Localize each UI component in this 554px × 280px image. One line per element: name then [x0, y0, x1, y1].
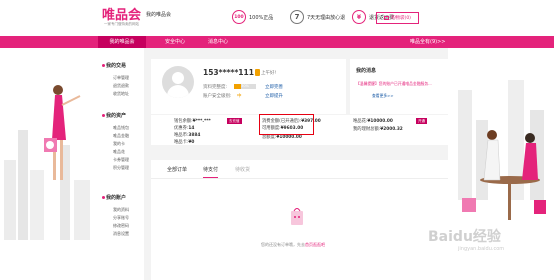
sidebar-item-orders[interactable]: 订单管理	[113, 75, 129, 81]
vip-card-stat: 唯品卡:¥0	[174, 139, 194, 145]
sidebar-item-profile[interactable]: 我的资料	[113, 207, 129, 213]
bag-icon	[384, 16, 390, 20]
wallet-balance-stat: 钱包余额:¥***.***	[174, 118, 211, 124]
total-credit-label: 总额度:	[262, 135, 277, 140]
sidebar-section-trade: 我的交易	[106, 63, 127, 69]
return-badge: 7 7天无理由放心退	[290, 9, 345, 25]
activate-button[interactable]: 开通	[416, 118, 427, 124]
sidebar-item-notify[interactable]: 消息设置	[113, 231, 129, 237]
user-phone: 153*****111	[203, 68, 254, 77]
improve-security-link[interactable]: 立即提升	[265, 93, 283, 99]
baidu-watermark: Baidu经验	[428, 229, 501, 245]
watermark-url: jingyan.baidu.com	[458, 246, 505, 252]
coupon-label: 优惠券:	[174, 126, 189, 131]
nav-right-link[interactable]: 唯品全有(9)>>	[410, 36, 445, 48]
bullet-icon	[102, 64, 105, 67]
medal-icon	[255, 69, 260, 76]
coupon-stat: 优惠券:14	[174, 125, 194, 131]
bullet-icon	[102, 114, 105, 117]
vip-card-label: 唯品卡:	[174, 140, 189, 145]
wallet-balance-label: 钱包余额:	[174, 119, 193, 124]
security-value: 中	[237, 94, 242, 99]
sidebar-section-assets: 我的资产	[106, 113, 127, 119]
sidebar-item-cards[interactable]: 我的卡	[113, 141, 125, 147]
complete-profile-link[interactable]: 立即完善	[265, 84, 283, 90]
tabs-divider	[151, 178, 448, 179]
cart-label: 购物袋(0)	[391, 16, 411, 21]
vip-card-value: ¥0	[188, 140, 195, 145]
avatar-body-shape	[167, 85, 189, 98]
sidebar-item-address[interactable]: 收货地址	[113, 91, 129, 97]
messages-more-link[interactable]: 查看更多>>	[372, 93, 394, 99]
wallet-balance-value: ¥***.***	[192, 119, 211, 124]
sidebar-section-account: 我的账户	[106, 195, 127, 201]
vip-flower-stat: 唯品花:¥10000.00	[353, 118, 393, 124]
yen-icon: ¥	[352, 10, 366, 24]
go-home-link[interactable]: 首页逛逛吧	[305, 242, 325, 247]
security-label: 账户安全级别:	[203, 94, 232, 99]
profile-card: 153*****111 上午好! 资料完整度: 30% 立即完善 账户安全级别:…	[151, 59, 346, 114]
empty-orders-message: 您的还没有订单哦，先去	[261, 242, 305, 247]
points-label: 唯品币:	[174, 133, 189, 138]
my-center-link[interactable]: 我的唯品会	[146, 11, 171, 18]
points-value: 3884	[188, 133, 201, 138]
sidebar-item-password[interactable]: 修改密码	[113, 223, 129, 229]
empty-orders-text: 您的还没有订单哦，先去首页逛逛吧	[261, 242, 325, 248]
recharge-button[interactable]: 去充值	[227, 118, 242, 124]
greeting: 上午好!	[261, 71, 277, 76]
seven-day-icon: 7	[290, 10, 304, 24]
finance-label: 我的理财总额:	[353, 127, 381, 132]
avatar[interactable]	[162, 66, 194, 98]
vip-flower-value: ¥10000.00	[367, 119, 393, 124]
site-logo[interactable]: 唯品会	[102, 4, 141, 23]
avatar-head-shape	[172, 72, 184, 84]
sidebar-item-share[interactable]: 分享账号	[113, 215, 129, 221]
tab-pending-receipt[interactable]: 待收货	[235, 166, 250, 173]
return-text: 7天无理由放心退	[307, 14, 346, 21]
genuine-badge: 100 100%正品	[232, 9, 273, 25]
sidebar-item-vip-flower[interactable]: 唯品花	[113, 149, 125, 155]
left-city-illustration	[0, 50, 98, 280]
nav-my-vip[interactable]: 我的唯品会	[98, 36, 146, 48]
main-nav: 我的唯品会 安全中心 消息中心 唯品全有(9)>>	[0, 36, 554, 48]
points-stat: 唯品币:3884	[174, 132, 200, 138]
highlight-box	[259, 114, 314, 135]
sidebar-item-coupons[interactable]: 卡券管理	[113, 157, 129, 163]
sidebar-item-wallet[interactable]: 唯品钱包	[113, 125, 129, 131]
finance-value: ¥2000.32	[380, 127, 403, 132]
sidebar-item-points[interactable]: 积分管理	[113, 165, 129, 171]
completeness-bar: 30%	[234, 84, 256, 89]
logo-tagline: 一家专门做特卖的网站	[104, 22, 139, 26]
bullet-icon	[102, 196, 105, 199]
sidebar-item-finance[interactable]: 唯品金融	[113, 133, 129, 139]
completeness-value: 30%	[241, 84, 249, 88]
nav-security[interactable]: 安全中心	[165, 36, 185, 48]
genuine-icon: 100	[232, 10, 246, 24]
top-bar: 唯品会 一家专门做特卖的网站 我的唯品会 100 100%正品 7 7天无理由放…	[0, 0, 554, 36]
cart-button[interactable]: 购物袋(0)	[376, 12, 419, 24]
sidebar-item-refunds[interactable]: 退货退款	[113, 83, 129, 89]
tab-all-orders[interactable]: 全部订单	[167, 166, 187, 173]
messages-card: 我的消息 【温馨提醒】您的账户已开通唯品金融服务... 查看更多>>	[350, 59, 448, 114]
message-item[interactable]: 【温馨提醒】您的账户已开通唯品金融服务...	[356, 81, 432, 87]
completeness-label: 资料完整度:	[203, 85, 228, 90]
nav-messages[interactable]: 消息中心	[208, 36, 228, 48]
vip-flower-label: 唯品花:	[353, 119, 368, 124]
sidebar: 我的交易 订单管理 退货退款 收货地址 我的资产 唯品钱包 唯品金融 我的卡 唯…	[98, 48, 144, 280]
messages-title: 我的消息	[356, 68, 377, 74]
orders-panel: 全部订单 待支付 待收货 您的还没有订单哦，先去首页逛逛吧	[151, 160, 448, 280]
finance-stat: 我的理财总额:¥2000.32	[353, 126, 403, 132]
coupon-value: 14	[188, 126, 195, 131]
empty-bag-icon	[291, 208, 303, 225]
total-credit-value: ¥10000.00	[276, 135, 302, 140]
tab-pending-payment[interactable]: 待支付	[203, 166, 219, 178]
genuine-text: 100%正品	[249, 14, 274, 21]
